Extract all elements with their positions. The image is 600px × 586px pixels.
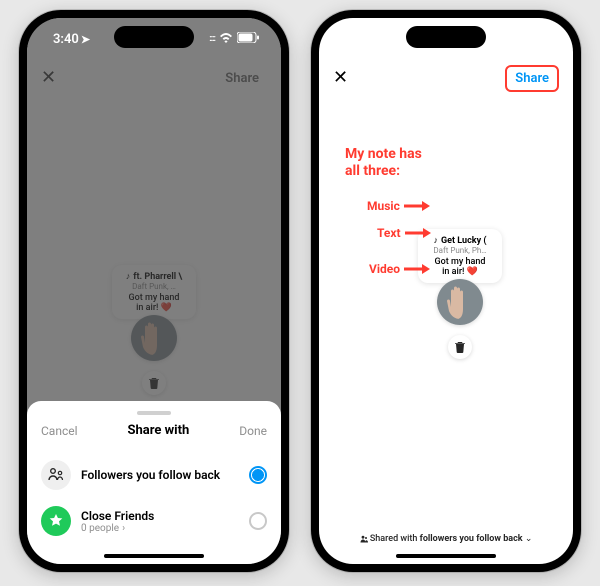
share-sheet: Cancel Share with Done Followers you fol… [27, 401, 281, 564]
arrow-right-icon [404, 201, 430, 211]
annotation-text-label: Text [377, 226, 431, 240]
option-label: Close Friends [81, 509, 239, 523]
done-button[interactable]: Done [239, 424, 267, 438]
home-indicator[interactable] [104, 554, 204, 558]
option-followers-you-follow-back[interactable]: Followers you follow back [41, 452, 267, 498]
chevron-down-icon: ⌄ [525, 534, 533, 544]
note-music-title: Get Lucky ( [441, 236, 487, 246]
annotation-title: My note has all three: [345, 146, 422, 180]
signal-dots: :::: [209, 34, 215, 44]
delete-note-button[interactable] [448, 335, 472, 359]
phone-mockup-right: ✕ Share My note has all three: Music Tex… [311, 10, 581, 572]
share-button[interactable]: Share [505, 65, 559, 92]
location-arrow-icon: ➤ [81, 33, 90, 46]
status-time: 3:40 [53, 32, 79, 47]
radio-unselected[interactable] [249, 512, 267, 530]
note-music-artist: Daft Punk, Ph… [426, 246, 494, 255]
people-swap-icon [41, 460, 71, 490]
note-video-avatar[interactable] [437, 279, 483, 325]
radio-selected[interactable] [249, 466, 267, 484]
note-text-line2: in air! [442, 267, 464, 277]
close-icon[interactable]: ✕ [333, 69, 348, 87]
trash-icon [454, 341, 466, 353]
option-close-friends[interactable]: Close Friends 0 people › [41, 498, 267, 544]
chevron-right-icon: › [122, 523, 125, 534]
note-text-line1: Got my hand [435, 257, 486, 267]
dynamic-island [114, 26, 194, 48]
option-label: Followers you follow back [81, 468, 239, 482]
dynamic-island [406, 26, 486, 48]
annotation-video-label: Video [369, 262, 430, 276]
arrow-right-icon [405, 228, 431, 238]
sheet-grabber[interactable] [137, 411, 171, 415]
people-icon [360, 535, 368, 543]
shared-with-bar[interactable]: Shared with followers you follow back ⌄ [319, 534, 573, 544]
phone-mockup-left: 3:40 ➤ :::: ✕ Share [19, 10, 289, 572]
wifi-icon [219, 32, 233, 47]
star-icon [41, 506, 71, 536]
battery-icon [237, 32, 259, 47]
annotation-music-label: Music [367, 199, 430, 213]
music-note-icon: ♪ [434, 235, 439, 246]
screen-right: ✕ Share My note has all three: Music Tex… [319, 18, 573, 564]
screen-left: 3:40 ➤ :::: ✕ Share [27, 18, 281, 564]
sheet-title: Share with [128, 423, 190, 438]
home-indicator[interactable] [396, 554, 496, 558]
cancel-button[interactable]: Cancel [41, 424, 78, 438]
note-preview: ♪ Get Lucky ( Daft Punk, Ph… Got my hand… [418, 229, 502, 359]
shared-with-value: followers you follow back [420, 534, 523, 544]
shared-with-prefix: Shared with [370, 534, 420, 544]
heart-icon: ❤️ [467, 267, 478, 277]
arrow-right-icon [404, 264, 430, 274]
option-sublabel: 0 people [81, 523, 119, 534]
